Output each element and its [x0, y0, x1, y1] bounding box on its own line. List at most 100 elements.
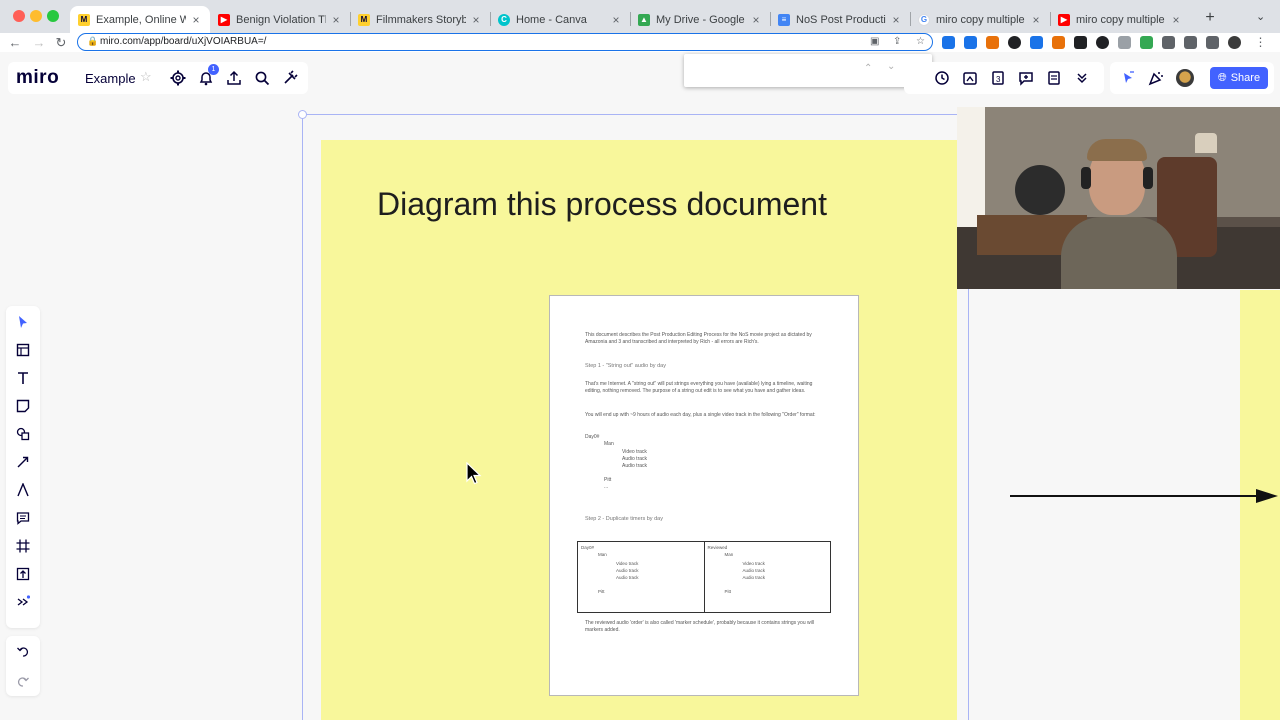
export-upload-icon[interactable] — [224, 68, 244, 88]
timer-icon[interactable] — [932, 68, 952, 88]
search-icon[interactable] — [252, 68, 272, 88]
window-zoom-button[interactable] — [47, 10, 59, 22]
more-apps-chevron-icon[interactable] — [13, 592, 33, 612]
process-document-image[interactable]: This document describes the Post Product… — [549, 295, 859, 696]
text-tool-icon[interactable] — [13, 368, 33, 388]
document-list-audio1: Audio track — [622, 456, 648, 462]
attention-management-cursor-icon[interactable] — [1118, 68, 1138, 88]
extension-grey-icon[interactable] — [1118, 36, 1131, 49]
extension-g-icon[interactable] — [1074, 36, 1087, 49]
extension-blue-arrow-icon[interactable] — [1030, 36, 1043, 49]
miro-collaboration-toolbar: 3 — [904, 62, 1104, 94]
share-page-icon[interactable]: ⇪ — [893, 36, 901, 47]
tab-close-icon[interactable]: × — [190, 13, 202, 27]
browser-tab-google-search[interactable]: G miro copy multiple item × — [910, 6, 1050, 33]
extension-dark-icon[interactable] — [1008, 36, 1021, 49]
reload-button[interactable]: ↻ — [52, 33, 70, 52]
miro-board-header: miro Example ☆ 1 — [8, 62, 308, 94]
tab-close-icon[interactable]: × — [750, 13, 762, 27]
user-avatar[interactable] — [1176, 69, 1194, 87]
reactions-icon[interactable] — [960, 68, 980, 88]
connector-arrow-line[interactable] — [1010, 495, 1266, 497]
favorite-star-icon[interactable]: ☆ — [140, 69, 152, 85]
webcam-video-overlay — [957, 107, 1280, 289]
address-bar[interactable]: 🔒 miro.com/app/board/uXjVOIARBUA=/ ▣ ⇪ ☆ — [77, 33, 933, 51]
bookmark-star-icon[interactable]: ☆ — [916, 36, 925, 47]
tab-close-icon[interactable]: × — [1170, 13, 1182, 27]
reading-list-icon[interactable] — [1184, 36, 1197, 49]
share-button[interactable]: 🌐︎ Share — [1210, 67, 1268, 89]
document-list-day: Day0# — [585, 434, 600, 440]
tab-close-icon[interactable]: × — [890, 13, 902, 27]
comments-icon[interactable] — [1016, 68, 1036, 88]
forward-button[interactable]: → — [30, 33, 48, 52]
document-table-cell-right: Reviewed Man Video track Audio track Aud… — [707, 545, 766, 594]
browser-tab-canva[interactable]: C Home - Canva × — [490, 6, 630, 33]
extension-fox-icon[interactable] — [1052, 36, 1065, 49]
document-step2-heading: Step 2 - Duplicate timers by day — [585, 516, 663, 522]
notifications-bell-icon[interactable]: 1 — [196, 64, 219, 88]
browser-tab-google-drive[interactable]: ▲ My Drive - Google Drive × — [630, 6, 770, 33]
lock-icon: 🔒 — [87, 36, 99, 46]
undo-icon[interactable] — [13, 641, 33, 661]
browser-tab-filmmakers-storyboard[interactable]: M Filmmakers Storyboard × — [350, 6, 490, 33]
browser-tab-miro-example[interactable]: M Example, Online Whiteb × — [70, 6, 210, 33]
find-next-chevron-down-icon[interactable]: ⌄ — [887, 61, 895, 72]
browser-find-bar: ⌃ ⌄ × — [684, 54, 932, 87]
browser-tab-nos-post-production[interactable]: ≡ NoS Post Production Ed × — [770, 6, 910, 33]
voting-icon[interactable]: 3 — [988, 68, 1008, 88]
tab-close-icon[interactable]: × — [610, 13, 622, 27]
extension-circle-icon[interactable] — [1096, 36, 1109, 49]
extension-orange-icon[interactable] — [986, 36, 999, 49]
board-settings-gear-icon[interactable] — [168, 68, 188, 88]
browser-tab-youtube-miro-copy[interactable]: ▶ miro copy multiple - Yo × — [1050, 6, 1190, 33]
more-tools-chevron-icon[interactable] — [1072, 68, 1092, 88]
extension-green-icon[interactable] — [1140, 36, 1153, 49]
extension-vimeo-icon[interactable] — [942, 36, 955, 49]
tab-close-icon[interactable]: × — [1030, 13, 1042, 27]
pen-icon[interactable] — [13, 480, 33, 500]
frame-edge — [968, 296, 969, 720]
youtube-favicon-icon: ▶ — [218, 13, 230, 26]
share-button-label: Share — [1230, 72, 1261, 84]
extensions-puzzle-icon[interactable] — [1162, 36, 1175, 49]
templates-icon[interactable] — [13, 340, 33, 360]
find-in-page-icon[interactable]: ▣ — [870, 36, 879, 47]
tab-close-icon[interactable]: × — [470, 13, 482, 27]
back-button[interactable]: ← — [6, 33, 24, 52]
shapes-icon[interactable] — [13, 424, 33, 444]
celebrate-confetti-icon[interactable] — [1146, 68, 1166, 88]
side-panel-icon[interactable] — [1206, 36, 1219, 49]
creation-toolbar — [6, 306, 40, 628]
new-tab-button[interactable]: + — [1200, 8, 1220, 28]
google-docs-favicon-icon: ≡ — [778, 13, 790, 26]
svg-text:3: 3 — [996, 75, 1001, 84]
document-intro: This document describes the Post Product… — [585, 332, 812, 345]
extension-badge-icon[interactable] — [964, 36, 977, 49]
frame-icon[interactable] — [13, 536, 33, 556]
tab-close-icon[interactable]: × — [330, 13, 342, 27]
find-previous-chevron-up-icon[interactable]: ⌃ — [864, 63, 872, 74]
connection-line-icon[interactable] — [13, 452, 33, 472]
board-name[interactable]: Example — [85, 71, 136, 86]
frame-resize-handle[interactable] — [298, 110, 307, 119]
tab-search-chevron-icon[interactable]: ⌄ — [1256, 10, 1265, 23]
find-in-page-input[interactable] — [692, 62, 852, 79]
window-close-button[interactable] — [13, 10, 25, 22]
sticky-note-icon[interactable] — [13, 396, 33, 416]
profile-avatar[interactable] — [1228, 36, 1241, 49]
select-cursor-icon[interactable] — [13, 312, 33, 332]
sticky-note-partial[interactable] — [1240, 290, 1280, 720]
document-step1-body: That's me Internet. A "string out" will … — [585, 381, 813, 394]
upload-icon[interactable] — [13, 564, 33, 584]
apps-plug-icon[interactable] — [280, 68, 300, 88]
youtube-favicon-icon: ▶ — [1058, 13, 1070, 26]
notes-document-icon[interactable] — [1044, 68, 1064, 88]
window-minimize-button[interactable] — [30, 10, 42, 22]
miro-logo[interactable]: miro — [16, 67, 59, 89]
comment-icon[interactable] — [13, 508, 33, 528]
redo-icon[interactable] — [13, 671, 33, 691]
browser-tab-benign-violation[interactable]: ▶ Benign Violation Theory × — [210, 6, 350, 33]
document-list-video: Video track — [622, 449, 647, 455]
browser-menu-icon[interactable]: ⋮ — [1254, 36, 1267, 49]
